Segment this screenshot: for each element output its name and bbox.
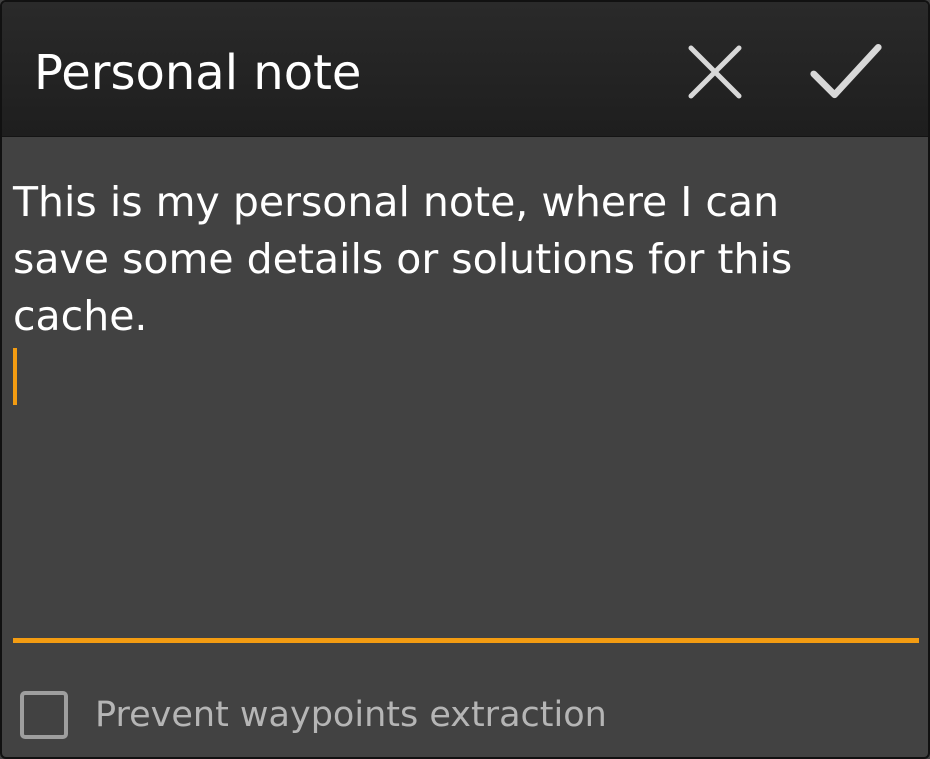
- prevent-waypoints-option[interactable]: Prevent waypoints extraction: [20, 688, 607, 742]
- text-cursor: [13, 348, 17, 405]
- prevent-waypoints-label: Prevent waypoints extraction: [95, 695, 607, 735]
- personal-note-input[interactable]: This is my personal note, where I can sa…: [13, 174, 893, 634]
- dialog-toolbar: Personal note: [2, 2, 928, 137]
- personal-note-dialog: Personal note This is my personal note, …: [0, 0, 930, 759]
- save-button[interactable]: [808, 34, 884, 110]
- prevent-waypoints-checkbox[interactable]: [20, 691, 68, 739]
- cancel-button[interactable]: [677, 34, 753, 110]
- check-icon: [810, 43, 882, 99]
- input-underline: [13, 638, 919, 643]
- close-icon: [688, 45, 742, 99]
- dialog-title: Personal note: [34, 45, 362, 101]
